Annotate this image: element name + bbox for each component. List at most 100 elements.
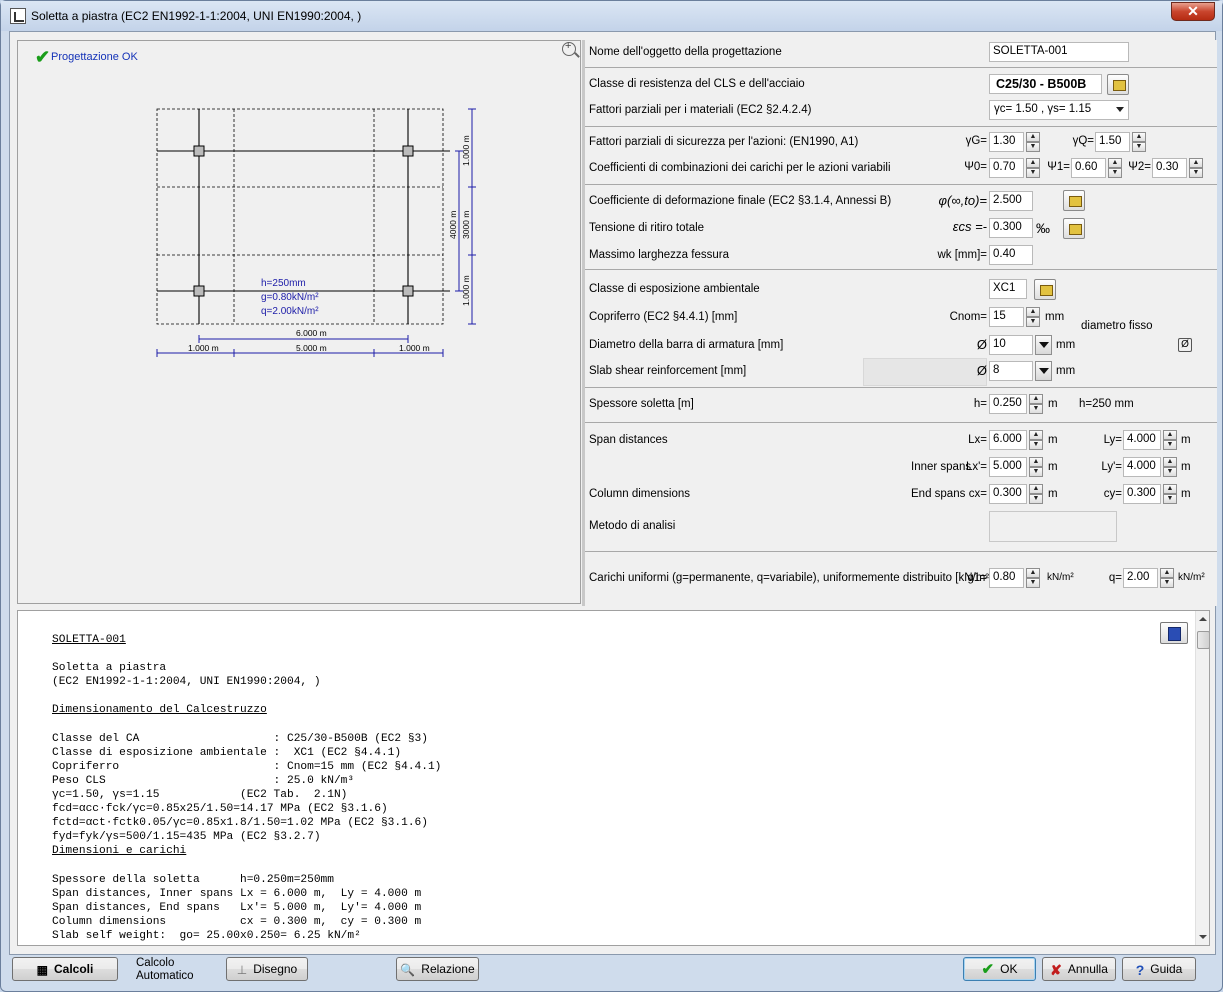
bar-diameter-label: Diametro della barra di armatura [mm]	[589, 339, 784, 351]
lx1-input[interactable]: 5.000	[989, 457, 1027, 477]
edit-material-icon[interactable]	[1107, 74, 1129, 95]
dim-x-mid: 5.000 m	[296, 343, 327, 353]
bar-diameter-dropdown[interactable]	[1035, 335, 1052, 355]
shrinkage-label: Tensione di ritiro totale	[589, 222, 705, 234]
cover-label: Copriferro (EC2 §4.4.1) [mm]	[589, 311, 738, 323]
psi2-input[interactable]: 0.30	[1152, 158, 1187, 178]
thickness-spinner[interactable]: ▲ ▼	[1029, 394, 1043, 414]
bar-diameter-input[interactable]: 10	[989, 335, 1033, 355]
report-button[interactable]: 🔍 Relazione	[396, 957, 479, 981]
dim-x-right: 1.000 m	[399, 343, 430, 353]
lx1-spinner[interactable]: ▲ ▼	[1029, 457, 1043, 477]
scroll-thumb[interactable]	[1197, 631, 1209, 649]
divider	[585, 269, 1217, 270]
report-text: SOLETTA-001 Soletta a piastra (EC2 EN199…	[52, 633, 441, 943]
shear-input[interactable]: 8	[989, 361, 1033, 381]
ly1-input[interactable]: 4.000	[1123, 457, 1161, 477]
q-spinner[interactable]: ▲ ▼	[1160, 568, 1174, 588]
cx-input[interactable]: 0.300	[989, 484, 1027, 504]
shear-label: Slab shear reinforcement [mm]	[589, 365, 747, 377]
parameters-panel: Nome dell'oggetto della progettazione SO…	[585, 40, 1217, 606]
crack-input[interactable]: 0.40	[989, 245, 1033, 265]
column-marker	[402, 285, 414, 297]
report-section1: Dimensionamento del Calcestruzzo	[52, 704, 267, 717]
psi0-spinner[interactable]: ▲ ▼	[1026, 158, 1040, 178]
bar-diameter-unit: mm	[1056, 339, 1076, 351]
report-icon: 🔍	[400, 962, 416, 977]
ly1-spinner[interactable]: ▲ ▼	[1163, 457, 1177, 477]
drawing-icon: ⊥	[236, 962, 248, 977]
thickness-input[interactable]: 0.250	[989, 394, 1027, 414]
help-button[interactable]: ? Guida	[1122, 957, 1196, 981]
scroll-up-icon[interactable]	[1199, 617, 1207, 621]
close-button[interactable]: ✕	[1171, 2, 1215, 21]
q-label: q=	[1108, 572, 1122, 584]
strength-class-field[interactable]: C25/30 - B500B	[989, 74, 1102, 94]
column-marker	[193, 285, 205, 297]
psi1-spinner[interactable]: ▲ ▼	[1108, 158, 1122, 178]
ly1-label: Ly'=	[1101, 461, 1122, 473]
ly-spinner[interactable]: ▲ ▼	[1163, 430, 1177, 450]
cy-label: cy=	[1103, 488, 1122, 500]
ly-label: Ly=	[1103, 434, 1122, 446]
ly1-unit: m	[1181, 461, 1191, 473]
client-area: ✔ Progettazione OK + h=250mm g=0.80kN/m²…	[9, 31, 1217, 955]
auto-calc-label[interactable]: Calcolo Automatico	[136, 957, 194, 983]
object-name-label: Nome dell'oggetto della progettazione	[589, 46, 782, 58]
column-label: Column dimensions	[589, 488, 690, 500]
dim-y-total: 4000 m	[448, 211, 458, 239]
q-unit: kN/m²	[1178, 572, 1205, 583]
q-input[interactable]: 2.00	[1123, 568, 1158, 588]
report-panel[interactable]: SOLETTA-001 Soletta a piastra (EC2 EN199…	[17, 610, 1210, 946]
slab-drawing: h=250mm g=0.80kN/m² q=2.00kN/m² 6.000 m …	[156, 108, 476, 357]
cy-unit: m	[1181, 488, 1191, 500]
crack-symbol: wk [mm]=	[937, 249, 987, 261]
cover-input[interactable]: 15	[989, 307, 1024, 327]
cover-spinner[interactable]: ▲ ▼	[1026, 307, 1040, 327]
cx-spinner[interactable]: ▲ ▼	[1029, 484, 1043, 504]
thickness-unit: m	[1048, 398, 1058, 410]
ok-button[interactable]: ✔ OK	[963, 957, 1036, 981]
shear-dropdown[interactable]	[1035, 361, 1052, 381]
gammaQ-spinner[interactable]: ▲ ▼	[1132, 132, 1146, 152]
divider	[585, 387, 1217, 388]
psi2-spinner[interactable]: ▲ ▼	[1189, 158, 1203, 178]
report-export-button[interactable]	[1160, 622, 1188, 644]
divider	[585, 422, 1217, 423]
scroll-down-icon[interactable]	[1199, 935, 1207, 939]
creep-input[interactable]: 2.500	[989, 191, 1033, 211]
psi1-input[interactable]: 0.60	[1071, 158, 1106, 178]
report-section2: Dimensioni e carichi	[52, 845, 187, 858]
psi0-input[interactable]: 0.70	[989, 158, 1024, 178]
gammaG-spinner[interactable]: ▲ ▼	[1026, 132, 1040, 152]
lx-spinner[interactable]: ▲ ▼	[1029, 430, 1043, 450]
creep-calc-icon[interactable]	[1063, 190, 1085, 211]
cancel-button[interactable]: ✘ Annulla	[1042, 957, 1116, 981]
material-factors-select[interactable]: γc= 1.50 , γs= 1.15	[989, 100, 1129, 120]
title-bar: Soletta a piastra (EC2 EN1992-1-1:2004, …	[1, 1, 1222, 31]
drawing-button[interactable]: ⊥ Disegno	[226, 957, 308, 981]
exposure-field[interactable]: XC1	[989, 279, 1027, 299]
cross-icon: ✘	[1050, 961, 1062, 978]
gammaG-input[interactable]: 1.30	[989, 132, 1024, 152]
calc-button[interactable]: ▦ Calcoli	[12, 957, 118, 981]
cy-input[interactable]: 0.300	[1123, 484, 1161, 504]
report-scrollbar[interactable]	[1195, 611, 1209, 945]
g1-input[interactable]: 0.80	[989, 568, 1024, 588]
exposure-edit-icon[interactable]	[1034, 279, 1056, 300]
chevron-down-icon	[1116, 107, 1124, 112]
shrinkage-calc-icon[interactable]	[1063, 218, 1085, 239]
g1-spinner[interactable]: ▲ ▼	[1026, 568, 1040, 588]
report-body2: Spessore della soletta h=0.250m=250mm Sp…	[52, 873, 422, 942]
gammaG-label: γG=	[965, 135, 987, 147]
cover-symbol: Cnom=	[949, 311, 987, 323]
fixed-diameter-toggle[interactable]: Ø	[1178, 338, 1192, 352]
cy-spinner[interactable]: ▲ ▼	[1163, 484, 1177, 504]
gammaQ-input[interactable]: 1.50	[1095, 132, 1130, 152]
calculator-icon: ▦	[36, 962, 48, 977]
shrinkage-input[interactable]: 0.300	[989, 218, 1033, 238]
ly-input[interactable]: 4.000	[1123, 430, 1161, 450]
object-name-input[interactable]: SOLETTA-001	[989, 42, 1129, 62]
cx-unit: m	[1048, 488, 1058, 500]
lx-input[interactable]: 6.000	[989, 430, 1027, 450]
